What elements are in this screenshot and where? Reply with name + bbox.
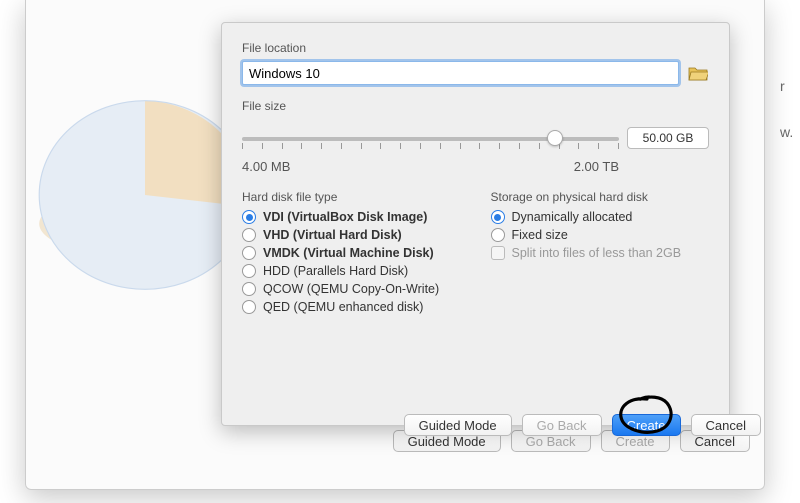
- disk-type-option-label: VDI (VirtualBox Disk Image): [263, 210, 427, 224]
- storage-column: Storage on physical hard disk Dynamicall…: [491, 190, 710, 318]
- disk-type-option-label: VMDK (Virtual Machine Disk): [263, 246, 434, 260]
- disk-type-option[interactable]: HDD (Parallels Hard Disk): [242, 264, 461, 278]
- file-size-value-box[interactable]: 50.00 GB: [627, 127, 709, 149]
- storage-option[interactable]: Fixed size: [491, 228, 710, 242]
- storage-option[interactable]: Dynamically allocated: [491, 210, 710, 224]
- go-back-button: Go Back: [522, 414, 602, 436]
- radio-icon: [242, 246, 256, 260]
- radio-icon: [242, 228, 256, 242]
- file-location-label: File location: [242, 41, 709, 55]
- disk-type-option[interactable]: QCOW (QEMU Copy-On-Write): [242, 282, 461, 296]
- disk-type-option[interactable]: VHD (Virtual Hard Disk): [242, 228, 461, 242]
- radio-icon: [242, 264, 256, 278]
- slider-range-labels: 4.00 MB 2.00 TB: [242, 159, 709, 174]
- radio-icon: [242, 300, 256, 314]
- folder-icon: [688, 64, 708, 82]
- split-files-checkbox-row: Split into files of less than 2GB: [491, 246, 710, 260]
- file-size-label: File size: [242, 99, 709, 113]
- radio-icon: [491, 210, 505, 224]
- create-disk-dialog: File location File size 50.00 GB 4.00 MB…: [221, 22, 730, 426]
- file-size-min: 4.00 MB: [242, 159, 290, 174]
- disk-type-option-label: QCOW (QEMU Copy-On-Write): [263, 282, 439, 296]
- slider-ticks: [242, 143, 619, 149]
- radio-icon: [242, 210, 256, 224]
- disk-type-label: Hard disk file type: [242, 190, 461, 204]
- browse-folder-button[interactable]: [687, 62, 709, 84]
- disk-type-option-label: QED (QEMU enhanced disk): [263, 300, 423, 314]
- file-size-slider-area: 50.00 GB: [242, 127, 709, 155]
- background-text-fragments: r w.: [780, 78, 800, 170]
- disk-type-option[interactable]: VMDK (Virtual Machine Disk): [242, 246, 461, 260]
- file-location-input[interactable]: [242, 61, 679, 85]
- disk-type-option[interactable]: VDI (VirtualBox Disk Image): [242, 210, 461, 224]
- guided-mode-button[interactable]: Guided Mode: [404, 414, 512, 436]
- disk-type-option-label: HDD (Parallels Hard Disk): [263, 264, 408, 278]
- radio-icon: [491, 228, 505, 242]
- storage-option-label: Fixed size: [512, 228, 568, 242]
- split-files-checkbox: [491, 246, 505, 260]
- file-size-slider-thumb[interactable]: [547, 130, 563, 146]
- split-files-label: Split into files of less than 2GB: [512, 246, 682, 260]
- create-button[interactable]: Create: [612, 414, 681, 436]
- file-location-row: [242, 61, 709, 85]
- disk-type-option-label: VHD (Virtual Hard Disk): [263, 228, 402, 242]
- file-size-max: 2.00 TB: [574, 159, 619, 174]
- cancel-button[interactable]: Cancel: [691, 414, 761, 436]
- disk-type-option[interactable]: QED (QEMU enhanced disk): [242, 300, 461, 314]
- disk-type-column: Hard disk file type VDI (VirtualBox Disk…: [242, 190, 461, 318]
- radio-icon: [242, 282, 256, 296]
- storage-option-label: Dynamically allocated: [512, 210, 633, 224]
- storage-label: Storage on physical hard disk: [491, 190, 710, 204]
- dialog-button-row: Guided Mode Go Back Create Cancel: [404, 414, 761, 436]
